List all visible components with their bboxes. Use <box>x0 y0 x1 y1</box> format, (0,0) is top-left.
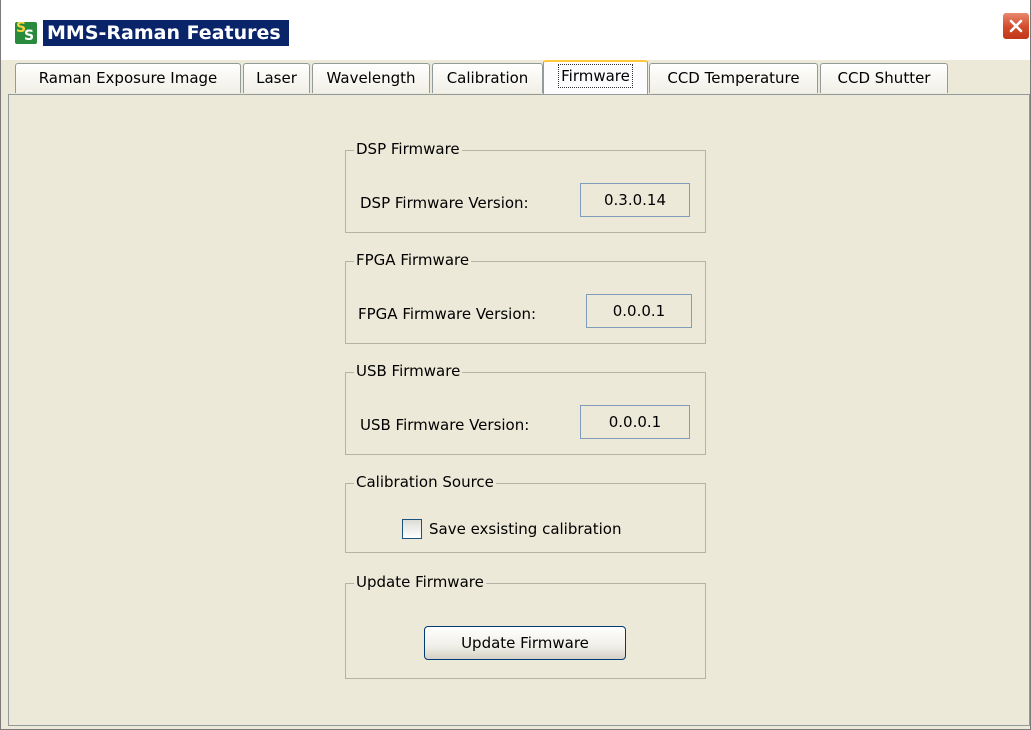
tab-wavelength[interactable]: Wavelength <box>312 63 430 93</box>
dsp-firmware-group-title: DSP Firmware <box>354 139 462 159</box>
usb-firmware-version-field: 0.0.0.1 <box>580 405 690 439</box>
close-icon <box>1009 19 1023 33</box>
dsp-firmware-version-label: DSP Firmware Version: <box>360 194 529 212</box>
tab-laser[interactable]: Laser <box>243 63 310 93</box>
fpga-firmware-group: FPGA Firmware FPGA Firmware Version: 0.0… <box>345 250 706 344</box>
save-calibration-checkbox[interactable] <box>402 519 422 539</box>
calibration-source-group-title: Calibration Source <box>354 472 496 492</box>
app-logo-icon: SS <box>15 22 37 44</box>
dsp-firmware-group: DSP Firmware DSP Firmware Version: 0.3.0… <box>345 139 706 233</box>
update-firmware-group: Update Firmware Update Firmware <box>345 572 706 679</box>
tab-ccd-temperature[interactable]: CCD Temperature <box>649 63 818 93</box>
update-firmware-group-title: Update Firmware <box>354 572 486 592</box>
tab-raman-exposure-image[interactable]: Raman Exposure Image <box>15 63 241 93</box>
dsp-firmware-version-field: 0.3.0.14 <box>580 183 690 217</box>
close-button[interactable] <box>1002 12 1030 40</box>
features-window: SS MMS-Raman Features Raman Exposure Ima… <box>0 0 1031 730</box>
usb-firmware-group: USB Firmware USB Firmware Version: 0.0.0… <box>345 361 706 455</box>
tab-firmware[interactable]: Firmware <box>543 60 648 94</box>
fpga-firmware-version-label: FPGA Firmware Version: <box>358 305 537 323</box>
fpga-firmware-group-title: FPGA Firmware <box>354 250 472 270</box>
fpga-firmware-version-field: 0.0.0.1 <box>586 294 692 328</box>
title-bar: SS MMS-Raman Features <box>1 0 1030 60</box>
calibration-source-group: Calibration Source Save exsisting calibr… <box>345 472 706 553</box>
tab-calibration[interactable]: Calibration <box>432 63 543 93</box>
window-title: MMS-Raman Features <box>43 20 289 46</box>
update-firmware-button[interactable]: Update Firmware <box>424 626 626 660</box>
usb-firmware-version-label: USB Firmware Version: <box>360 416 530 434</box>
tab-ccd-shutter[interactable]: CCD Shutter <box>820 63 948 93</box>
firmware-panel: DSP Firmware DSP Firmware Version: 0.3.0… <box>8 95 1030 726</box>
usb-firmware-group-title: USB Firmware <box>354 361 463 381</box>
save-calibration-label[interactable]: Save exsisting calibration <box>429 519 621 539</box>
